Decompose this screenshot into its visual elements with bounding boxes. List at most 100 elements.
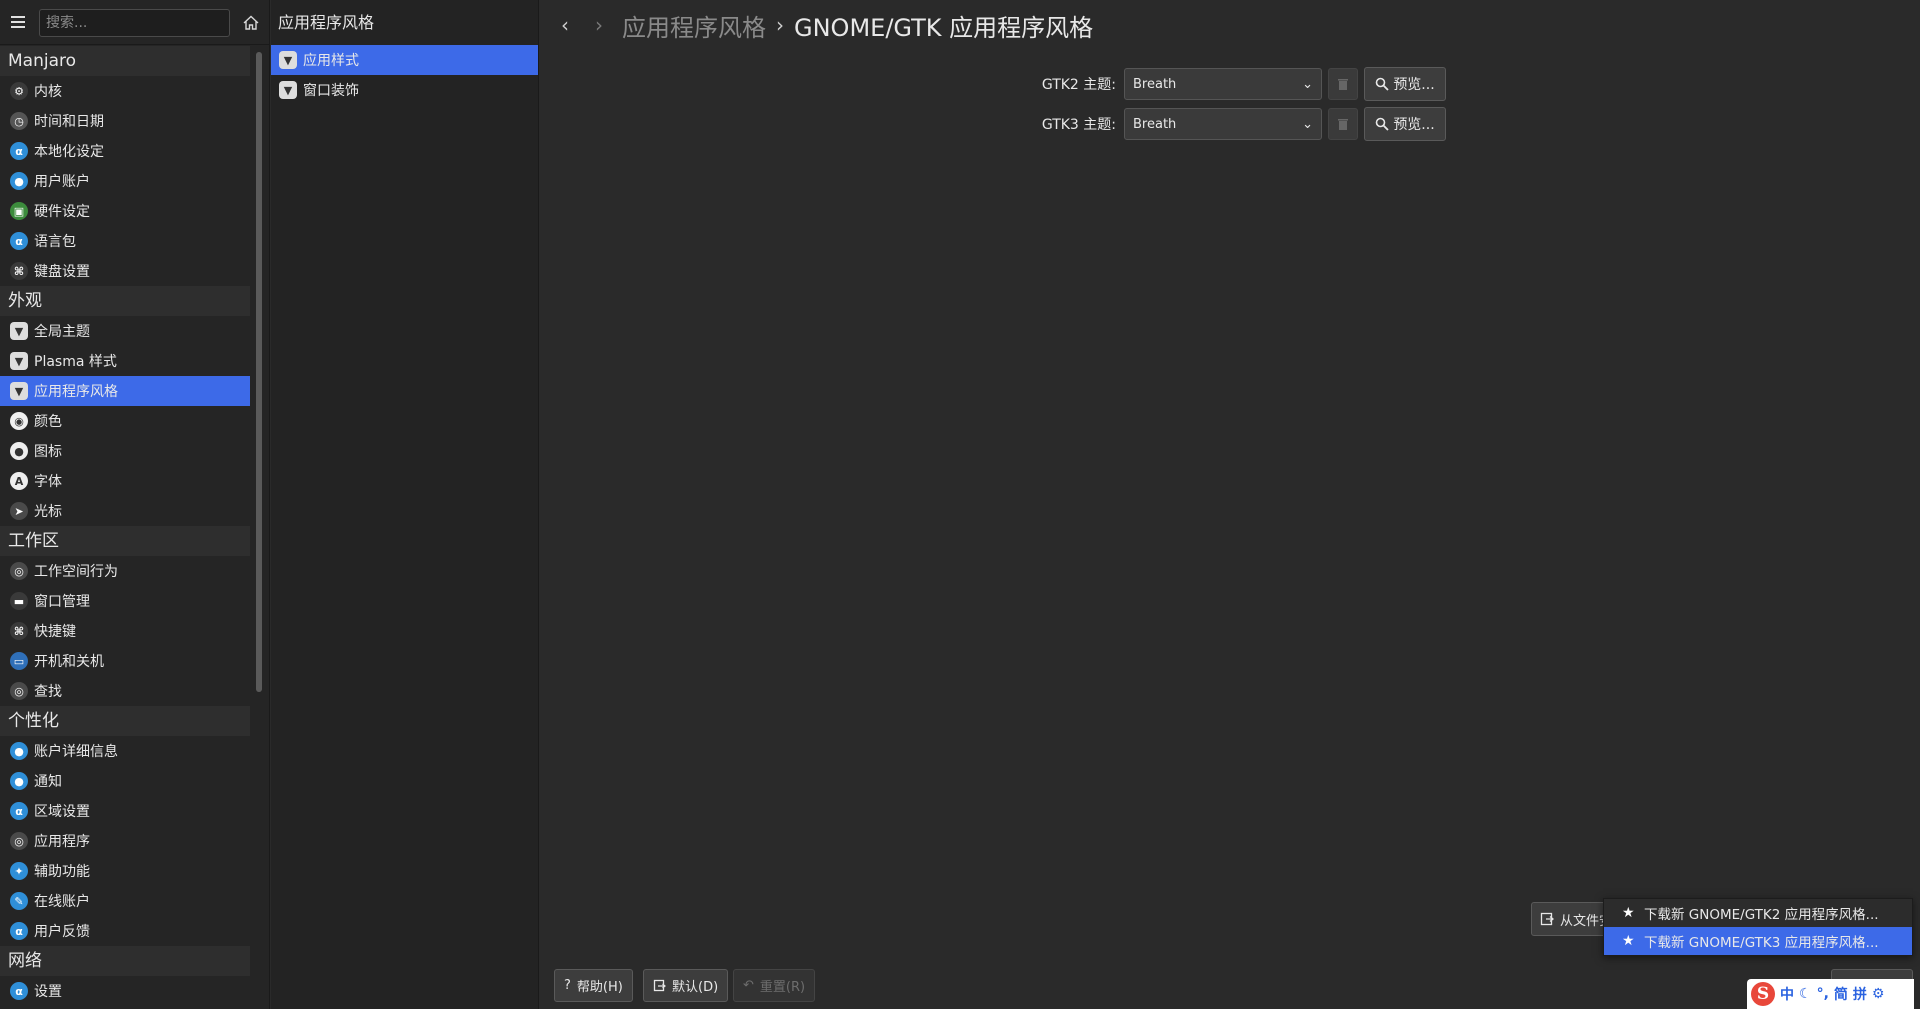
user-icon: ●: [10, 172, 28, 190]
sidebar-item-label: 字体: [34, 474, 62, 490]
delete-gtk2-theme-button[interactable]: [1328, 68, 1358, 100]
star-icon: ★: [1622, 933, 1635, 949]
ime-moon-icon[interactable]: ☾: [1799, 986, 1812, 1002]
sidebar-item[interactable]: ⌘ 快捷键: [0, 616, 250, 646]
defaults-button[interactable]: 默认(D): [643, 969, 729, 1002]
locale-icon: α: [10, 802, 28, 820]
sidebar-item[interactable]: ▼ 全局主题: [0, 316, 250, 346]
sidebar-scrollbar-thumb[interactable]: [256, 52, 262, 692]
sidebar-item[interactable]: ▣ 硬件设定: [0, 196, 250, 226]
ime-settings-icon[interactable]: ⚙: [1872, 986, 1885, 1002]
sidebar-item[interactable]: α 语言包: [0, 226, 250, 256]
sidebar-item[interactable]: ● 通知: [0, 766, 250, 796]
subcategory-item-app-style[interactable]: ▼ 应用样式: [271, 45, 538, 75]
sidebar-item-label: 全局主题: [34, 324, 90, 340]
defaults-icon: [653, 979, 666, 992]
sidebar-item[interactable]: ◎ 工作空间行为: [0, 556, 250, 586]
sidebar-item-label: Plasma 样式: [34, 354, 117, 370]
preview-gtk3-button[interactable]: 预览...: [1364, 107, 1446, 141]
sidebar-item-label: 工作空间行为: [34, 564, 118, 580]
sidebar-item[interactable]: ▭ 开机和关机: [0, 646, 250, 676]
ime-toolbar: S 中 ☾ °, 简 拼 ⚙: [1747, 979, 1914, 1009]
hardware-icon: ▣: [10, 202, 28, 220]
sidebar-item-label: 辅助功能: [34, 864, 90, 880]
gear-icon: ⚙: [10, 82, 28, 100]
sidebar-item[interactable]: ✎ 在线账户: [0, 886, 250, 916]
sidebar-item[interactable]: ◎ 应用程序: [0, 826, 250, 856]
menu-item-download-gtk3[interactable]: ★ 下载新 GNOME/GTK3 应用程序风格...: [1604, 927, 1912, 955]
ime-punctuation[interactable]: °,: [1817, 986, 1829, 1002]
icons-icon: ●: [10, 442, 28, 460]
undo-icon: ↶: [743, 978, 754, 993]
sidebar-item-label: 账户详细信息: [34, 744, 118, 760]
window-icon: ▬: [10, 592, 28, 610]
sidebar-item[interactable]: ▬ 窗口管理: [0, 586, 250, 616]
hamburger-menu-icon[interactable]: [8, 12, 28, 32]
power-icon: ▭: [10, 652, 28, 670]
delete-gtk3-theme-button[interactable]: [1328, 108, 1358, 140]
sidebar-item-label: 键盘设置: [34, 264, 90, 280]
sidebar-item[interactable]: ● 图标: [0, 436, 250, 466]
theme-icon: ▼: [10, 322, 28, 340]
network-settings-icon: α: [10, 982, 28, 1000]
sidebar-item[interactable]: α 区域设置: [0, 796, 250, 826]
sidebar-item-label: 图标: [34, 444, 62, 460]
sidebar-item[interactable]: ● 账户详细信息: [0, 736, 250, 766]
ime-chinese-mode[interactable]: 中: [1780, 984, 1794, 1004]
search-icon: [1376, 77, 1389, 91]
sidebar-item[interactable]: ◷ 时间和日期: [0, 106, 250, 136]
sidebar-item[interactable]: α 设置: [0, 976, 250, 1006]
sidebar-item[interactable]: ➤ 光标: [0, 496, 250, 526]
menu-item-download-gtk2[interactable]: ★ 下载新 GNOME/GTK2 应用程序风格...: [1604, 899, 1912, 927]
sidebar-section-header: 工作区: [0, 526, 250, 556]
breadcrumb-parent[interactable]: 应用程序风格: [622, 8, 766, 43]
search-input[interactable]: [39, 9, 230, 37]
theme-icon: ▼: [279, 51, 297, 69]
help-button[interactable]: ? 帮助(H): [554, 969, 633, 1002]
help-label: 帮助(H): [576, 980, 623, 995]
sidebar-item[interactable]: α 本地化设定: [0, 136, 250, 166]
subcategory-panel: 应用程序风格 ▼ 应用样式 ▼ 窗口装饰: [271, 0, 539, 1009]
menu-item-label: 下载新 GNOME/GTK2 应用程序风格...: [1644, 907, 1879, 923]
chevron-down-icon: ⌄: [1302, 76, 1313, 92]
sidebar-item[interactable]: A 字体: [0, 466, 250, 496]
sidebar-item[interactable]: ✦ 辅助功能: [0, 856, 250, 886]
sidebar-item-label: 开机和关机: [34, 654, 104, 670]
gtk3-theme-select[interactable]: Breath ⌄: [1124, 108, 1322, 140]
trash-icon: [1338, 79, 1348, 90]
ime-simplified[interactable]: 简: [1834, 984, 1848, 1004]
forward-icon[interactable]: ›: [588, 13, 610, 37]
color-icon: ◉: [10, 412, 28, 430]
back-icon[interactable]: ‹: [554, 13, 576, 37]
sidebar-item[interactable]: ▼ Plasma 样式: [0, 346, 250, 376]
ime-pinyin[interactable]: 拼: [1853, 984, 1867, 1004]
sidebar-item[interactable]: ⌘ 键盘设置: [0, 256, 250, 286]
sidebar: Manjaro ⚙ 内核 ◷ 时间和日期 α 本地化设定 ● 用户账户 ▣ 硬件设定 α 语言包 ⌘ 键盘设…: [0, 0, 270, 1009]
sogou-logo-icon[interactable]: S: [1751, 982, 1775, 1006]
preview-gtk2-button[interactable]: 预览...: [1364, 67, 1446, 101]
sidebar-item-label: 用户账户: [34, 174, 90, 190]
sidebar-item[interactable]: ▼ 应用程序风格: [0, 376, 250, 406]
trash-icon: [1338, 119, 1348, 130]
sidebar-item-label: 查找: [34, 684, 62, 700]
preview-label: 预览...: [1393, 117, 1435, 133]
sidebar-item[interactable]: ⚙ 内核: [0, 76, 250, 106]
keyboard-icon: ⌘: [10, 262, 28, 280]
sidebar-item-label: 硬件设定: [34, 204, 90, 220]
sidebar-item[interactable]: ◉ 颜色: [0, 406, 250, 436]
home-icon[interactable]: [240, 12, 262, 34]
sidebar-scrollbar[interactable]: [256, 52, 262, 692]
sidebar-item[interactable]: α 用户反馈: [0, 916, 250, 946]
gtk2-theme-select[interactable]: Breath ⌄: [1124, 68, 1322, 100]
reset-button[interactable]: ↶ 重置(R): [733, 969, 816, 1002]
subcategory-item-window-decorations[interactable]: ▼ 窗口装饰: [271, 75, 538, 105]
gtk2-theme-label: GTK2 主题:: [1041, 77, 1116, 93]
sidebar-item-label: 通知: [34, 774, 62, 790]
sidebar-item[interactable]: ◎ 查找: [0, 676, 250, 706]
clock-icon: ◷: [10, 112, 28, 130]
subcategory-item-label: 应用样式: [303, 53, 359, 69]
sidebar-item[interactable]: ● 用户账户: [0, 166, 250, 196]
user-icon: ●: [10, 742, 28, 760]
search-icon: ◎: [10, 682, 28, 700]
search-icon: [1376, 117, 1389, 131]
